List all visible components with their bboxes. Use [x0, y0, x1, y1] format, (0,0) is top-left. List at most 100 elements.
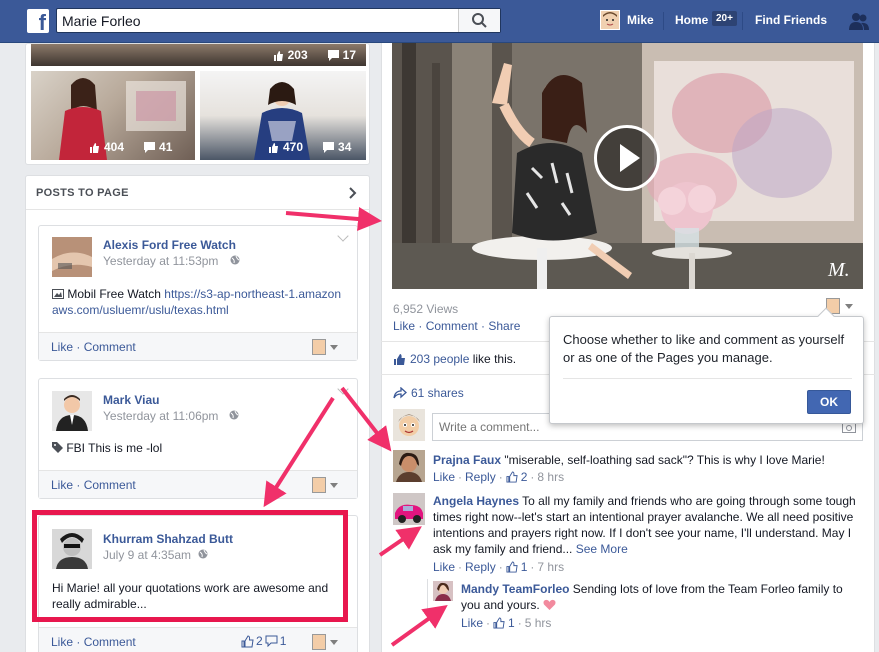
post-body: Hi Marie! all your quotations work are a… — [52, 580, 344, 612]
comment-meta: Like · Reply · 1 · 7 hrs — [433, 560, 565, 574]
photo-thumbnail[interactable]: 470 34 — [200, 71, 366, 160]
like-link[interactable]: Like — [51, 478, 73, 492]
thumbs-up-icon — [506, 561, 518, 573]
comment-like-count[interactable]: 2 — [521, 470, 528, 484]
user-avatar[interactable] — [600, 10, 620, 30]
post-text: Hi Marie! all your quotations work are a… — [52, 581, 329, 611]
nav-home[interactable]: Home — [675, 13, 708, 27]
page-post: Alexis Ford Free Watch Yesterday at 11:5… — [38, 225, 358, 361]
comment-like-count[interactable]: 1 — [508, 616, 515, 630]
like-link[interactable]: Like — [51, 635, 73, 649]
photo-likes-stat: 404 — [89, 140, 124, 154]
caret-down-icon[interactable] — [330, 483, 338, 488]
post-text: Mobil Free Watch — [67, 287, 165, 301]
post-author[interactable]: Khurram Shahzad Butt — [103, 532, 233, 546]
user-face-icon — [601, 11, 619, 29]
facebook-logo-icon[interactable]: f — [27, 9, 49, 33]
post-like-count: 2 — [256, 634, 263, 648]
comment-like-count[interactable]: 1 — [521, 560, 528, 574]
comment-author[interactable]: Mandy TeamForleo — [461, 582, 569, 596]
post-options-chevron-icon[interactable] — [337, 383, 349, 395]
avatar-image — [52, 529, 92, 569]
comment-author[interactable]: Angela Haynes — [433, 494, 519, 508]
comment-bubble-icon — [265, 635, 278, 647]
posts-to-page-header[interactable]: POSTS TO PAGE — [26, 176, 369, 210]
nav-profile-mike[interactable]: Mike — [627, 13, 654, 27]
post-timestamp[interactable]: Yesterday at 11:06pm — [103, 409, 218, 423]
comment-reply-link[interactable]: Reply — [465, 470, 496, 484]
comment-meta: Like · Reply · 2 · 8 hrs — [433, 470, 565, 484]
avatar[interactable] — [52, 237, 92, 277]
nav-find-friends[interactable]: Find Friends — [755, 13, 827, 27]
comment-text: "miserable, self-loathing sad sack"? Thi… — [501, 453, 825, 467]
comment-link[interactable]: Comment — [84, 635, 136, 649]
search-input[interactable] — [57, 9, 457, 32]
comment-time[interactable]: 8 hrs — [537, 470, 564, 484]
search-button[interactable] — [458, 9, 500, 32]
photo-likes-count: 203 — [287, 48, 308, 62]
comment-reply-link[interactable]: Reply — [465, 560, 496, 574]
globe-icon — [198, 549, 208, 559]
comment-like-link[interactable]: Like — [433, 470, 455, 484]
comment-link[interactable]: Comment — [84, 478, 136, 492]
post-timestamp[interactable]: Yesterday at 11:53pm — [103, 254, 218, 268]
comment-like-link[interactable]: Like — [433, 560, 455, 574]
photo-comments-stat: 41 — [144, 140, 172, 154]
actor-selector-tooltip: Choose whether to like and comment as yo… — [549, 307, 864, 424]
avatar[interactable] — [52, 529, 92, 569]
post-author[interactable]: Mark Viau — [103, 393, 159, 407]
see-more-link[interactable]: See More — [572, 542, 628, 556]
avatar-image — [393, 493, 425, 525]
like-button[interactable]: Like — [393, 319, 415, 333]
commenter-avatar[interactable] — [433, 581, 453, 601]
comment-button[interactable]: Comment — [426, 319, 478, 333]
caret-down-icon[interactable] — [330, 345, 338, 350]
video-actions: Like · Comment · Share — [393, 319, 521, 333]
chevron-right-icon[interactable] — [349, 187, 357, 199]
post-author[interactable]: Alexis Ford Free Watch — [103, 238, 236, 252]
share-button[interactable]: Share — [488, 319, 520, 333]
post-comment-count: 1 — [279, 634, 287, 648]
actor-selector-avatar[interactable] — [312, 339, 326, 355]
friend-requests-icon[interactable] — [848, 11, 870, 31]
ok-button[interactable]: OK — [807, 390, 851, 414]
likes-summary: 203 people like this. — [393, 352, 516, 366]
post-footer: Like · Comment — [39, 332, 357, 360]
commenter-avatar[interactable] — [393, 450, 425, 482]
like-link[interactable]: Like — [51, 340, 73, 354]
post-body: FBI This is me -lol — [52, 441, 162, 455]
post-timestamp[interactable]: July 9 at 4:35am — [103, 548, 191, 562]
post-options-chevron-icon[interactable] — [337, 230, 349, 242]
caret-down-icon[interactable] — [845, 304, 853, 309]
comment-bubble-icon — [144, 141, 156, 153]
comment-author[interactable]: Prajna Faux — [433, 453, 501, 467]
comment-like-link[interactable]: Like — [461, 616, 483, 630]
comment-time[interactable]: 7 hrs — [537, 560, 564, 574]
divider — [563, 378, 852, 379]
actor-selector-avatar[interactable] — [312, 634, 326, 650]
post-footer: Like · Comment — [39, 470, 357, 498]
video-player[interactable]: M. — [392, 43, 863, 289]
nav-divider — [663, 12, 664, 30]
shares-summary[interactable]: 61 shares — [393, 386, 464, 400]
actor-selector-avatar[interactable] — [312, 477, 326, 493]
comment-link[interactable]: Comment — [84, 340, 136, 354]
photo-attachment-icon — [52, 289, 64, 299]
avatar-image — [393, 450, 425, 482]
likes-suffix: like this. — [469, 352, 517, 366]
thumbs-up-icon — [241, 634, 254, 647]
comment-time[interactable]: 5 hrs — [525, 616, 552, 630]
play-button[interactable] — [594, 125, 660, 191]
photo-thumbnail[interactable]: 404 41 — [31, 71, 195, 160]
avatar[interactable] — [52, 391, 92, 431]
post-footer: Like · Comment 2 1 — [39, 627, 357, 652]
comment-bubble-icon — [323, 141, 335, 153]
avatar-image — [52, 237, 92, 277]
commenter-avatar[interactable] — [393, 493, 425, 525]
thumbs-up-icon — [269, 142, 278, 153]
post-reactions[interactable]: 2 1 — [241, 634, 286, 648]
caret-down-icon[interactable] — [330, 640, 338, 645]
photo-thumbnail-top[interactable]: 203 17 — [31, 44, 366, 66]
likes-people-link[interactable]: 203 people — [410, 352, 469, 366]
thumbs-up-icon — [394, 353, 405, 365]
